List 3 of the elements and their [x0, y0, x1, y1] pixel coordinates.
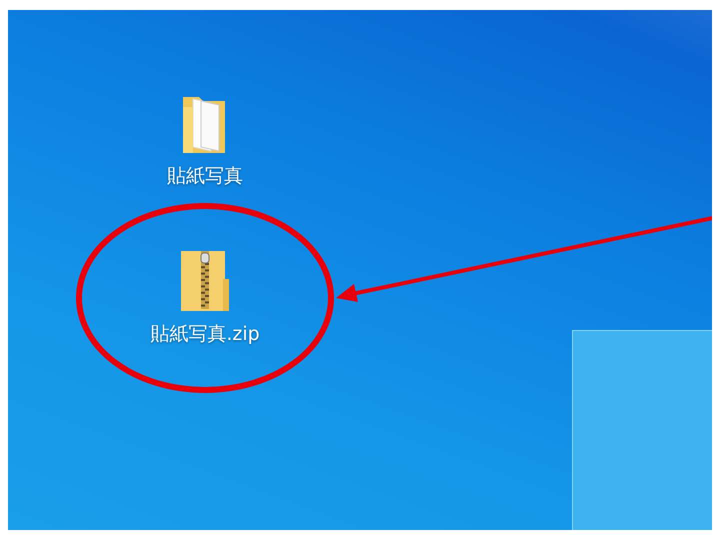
zip-folder-icon [179, 249, 231, 313]
icon-label[interactable]: 貼紙写真 [167, 163, 243, 189]
icon-label[interactable]: 貼紙写真.zip [150, 321, 260, 347]
